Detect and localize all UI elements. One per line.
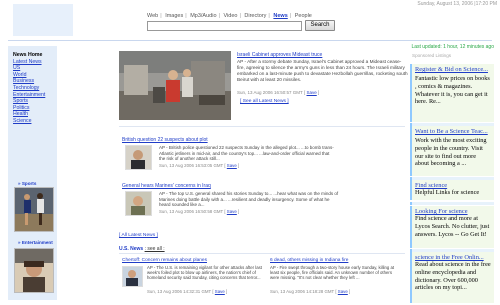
- us-news-see-all-link[interactable]: : see all :: [145, 246, 165, 252]
- sidebar-item-world[interactable]: World: [13, 72, 45, 79]
- us-story-summary: AP - Fire swept through a two-story hous…: [270, 265, 395, 281]
- story-summary: AP - The top U.S. general shared his sto…: [159, 191, 339, 208]
- sponsored-ad[interactable]: science in the Free Onlin... Read about …: [410, 252, 494, 303]
- sponsored-ad[interactable]: Want to Be a Science Teac... Work with t…: [410, 126, 494, 176]
- sponsored-ad[interactable]: Looking For science Find science and mor…: [410, 206, 494, 248]
- entertainment-section-title[interactable]: » Entertainment: [18, 240, 53, 245]
- sidebar-item-entertainment[interactable]: Entertainment: [13, 92, 45, 99]
- lead-story-meta: Sun, 13 Aug 2006 16:50:57 GMT [ Save ]: [237, 90, 320, 95]
- nav-directory[interactable]: Directory: [244, 13, 266, 19]
- entertainment-photo[interactable]: [14, 248, 54, 293]
- ad-description: Read about science in the free online en…: [415, 261, 491, 292]
- ad-description: Work with the most exciting people in th…: [415, 137, 487, 168]
- nav-news[interactable]: News: [273, 13, 287, 19]
- sidebar-item-latest-news[interactable]: Latest News: [13, 59, 45, 66]
- search-verticals: Web | Images | Mp3/Audio | Video | Directory…: [147, 13, 312, 19]
- story-thumbnail-image: [126, 146, 151, 169]
- lead-story-summary: AP - After a stormy debate Sunday, Israe…: [237, 59, 408, 82]
- ad-description: Fantastic low prices on books , comics &…: [415, 75, 490, 106]
- story-thumbnail[interactable]: [125, 145, 152, 170]
- section-divider: [119, 126, 405, 127]
- search-input[interactable]: [147, 21, 302, 31]
- story-summary: AP - British police questioned 22 suspec…: [159, 145, 334, 162]
- sidebar-item-business[interactable]: Business: [13, 78, 45, 85]
- story-thumbnail[interactable]: [125, 191, 152, 216]
- us-news-header: U.S. News : see all :: [119, 246, 165, 252]
- us-story-thumbnail-image: [123, 267, 142, 286]
- lead-story-title[interactable]: Israeli Cabinet approves Mideast truce: [237, 52, 407, 58]
- story-meta: Sun, 13 Aug 2006 16:53:05 GMT [ Save ]: [159, 163, 240, 168]
- us-story-meta: Sun, 13 Aug 2006 14:32:31 GMT [ Save ]: [147, 289, 228, 294]
- sponsored-listings-label: Sponsored Listings: [412, 53, 452, 58]
- sidebar-item-us[interactable]: US: [13, 65, 45, 72]
- sidebar-item-technology[interactable]: Technology: [13, 85, 45, 92]
- us-story-summary: AP - The U.S. is remaining vigilant for …: [147, 265, 262, 281]
- ad-description: Helpful Links for science: [415, 189, 480, 196]
- sponsored-ad[interactable]: Find science Helpful Links for science: [410, 180, 494, 200]
- nav-mp3-audio[interactable]: Mp3/Audio: [190, 13, 216, 19]
- ad-title[interactable]: Register & Bid on Science...: [415, 66, 491, 73]
- last-updated: Last updated: 1 hour, 12 minutes ago: [411, 44, 494, 50]
- us-story-meta: Sun, 13 Aug 2006 14:18:28 GMT [ Save ]: [270, 289, 351, 294]
- lead-story-photo[interactable]: [119, 51, 231, 120]
- sports-photo[interactable]: [14, 187, 54, 232]
- sports-section-title[interactable]: » Sports: [18, 181, 36, 186]
- sidebar-item-news-home[interactable]: News Home: [13, 52, 45, 59]
- nav-video[interactable]: Video: [223, 13, 237, 19]
- ad-title[interactable]: Find science: [415, 182, 491, 189]
- us-news-label: U.S. News: [119, 246, 144, 252]
- story-title[interactable]: General hears Marines' concerns in Iraq: [122, 183, 211, 189]
- header-divider: [8, 40, 492, 41]
- us-story-title[interactable]: Chertoff: Concern remains about planes: [122, 258, 207, 263]
- sidebar-item-science[interactable]: Science: [13, 118, 45, 125]
- lead-save-link[interactable]: Save: [306, 90, 316, 95]
- nav-people[interactable]: People: [295, 13, 312, 19]
- lead-photo-image: [119, 51, 231, 120]
- search-button[interactable]: Search: [305, 20, 335, 31]
- ad-title[interactable]: Want to Be a Science Teac...: [415, 128, 491, 135]
- sidebar-item-sports[interactable]: Sports: [13, 98, 45, 105]
- section-divider: [119, 253, 405, 254]
- story-meta: Sun, 13 Aug 2006 16:50:58 GMT [ Save ]: [159, 209, 240, 214]
- nav-web[interactable]: Web: [147, 13, 158, 19]
- entertainment-image: [15, 249, 53, 292]
- ad-title[interactable]: Looking For science: [415, 208, 491, 215]
- date-time: Sunday, August 13, 2006 |17:20 PM: [417, 1, 497, 7]
- ad-title[interactable]: science in the Free Onlin...: [415, 254, 491, 261]
- us-save-link[interactable]: Save: [215, 289, 225, 294]
- us-story-title[interactable]: 6 dead, others missing in Indiana fire: [270, 258, 348, 263]
- sidebar-item-health[interactable]: Health: [13, 111, 45, 118]
- story-thumbnail-image: [126, 192, 151, 215]
- story-save-link[interactable]: Save: [227, 209, 237, 214]
- all-latest-news-link[interactable]: [ All Latest News ]: [119, 233, 158, 238]
- sports-image: [15, 188, 53, 231]
- ad-spacer: [410, 202, 494, 205]
- sidebar-item-politics[interactable]: Politics: [13, 105, 45, 112]
- nav-images[interactable]: Images: [165, 13, 183, 19]
- story-save-link[interactable]: Save: [227, 163, 237, 168]
- us-save-link[interactable]: Save: [338, 289, 348, 294]
- ad-description: Find science and more at Lycos Search. N…: [415, 215, 490, 238]
- site-logo-area[interactable]: [13, 4, 73, 36]
- sidebar-nav: News Home Latest News US World Business …: [13, 52, 45, 125]
- story-title[interactable]: British question 22 suspects about plot: [122, 137, 208, 143]
- sponsored-ad[interactable]: Register & Bid on Science... Fantastic l…: [410, 64, 494, 122]
- see-all-latest-news-link[interactable]: [ See all Latest News ]: [240, 99, 289, 104]
- us-story-thumbnail[interactable]: [122, 266, 143, 287]
